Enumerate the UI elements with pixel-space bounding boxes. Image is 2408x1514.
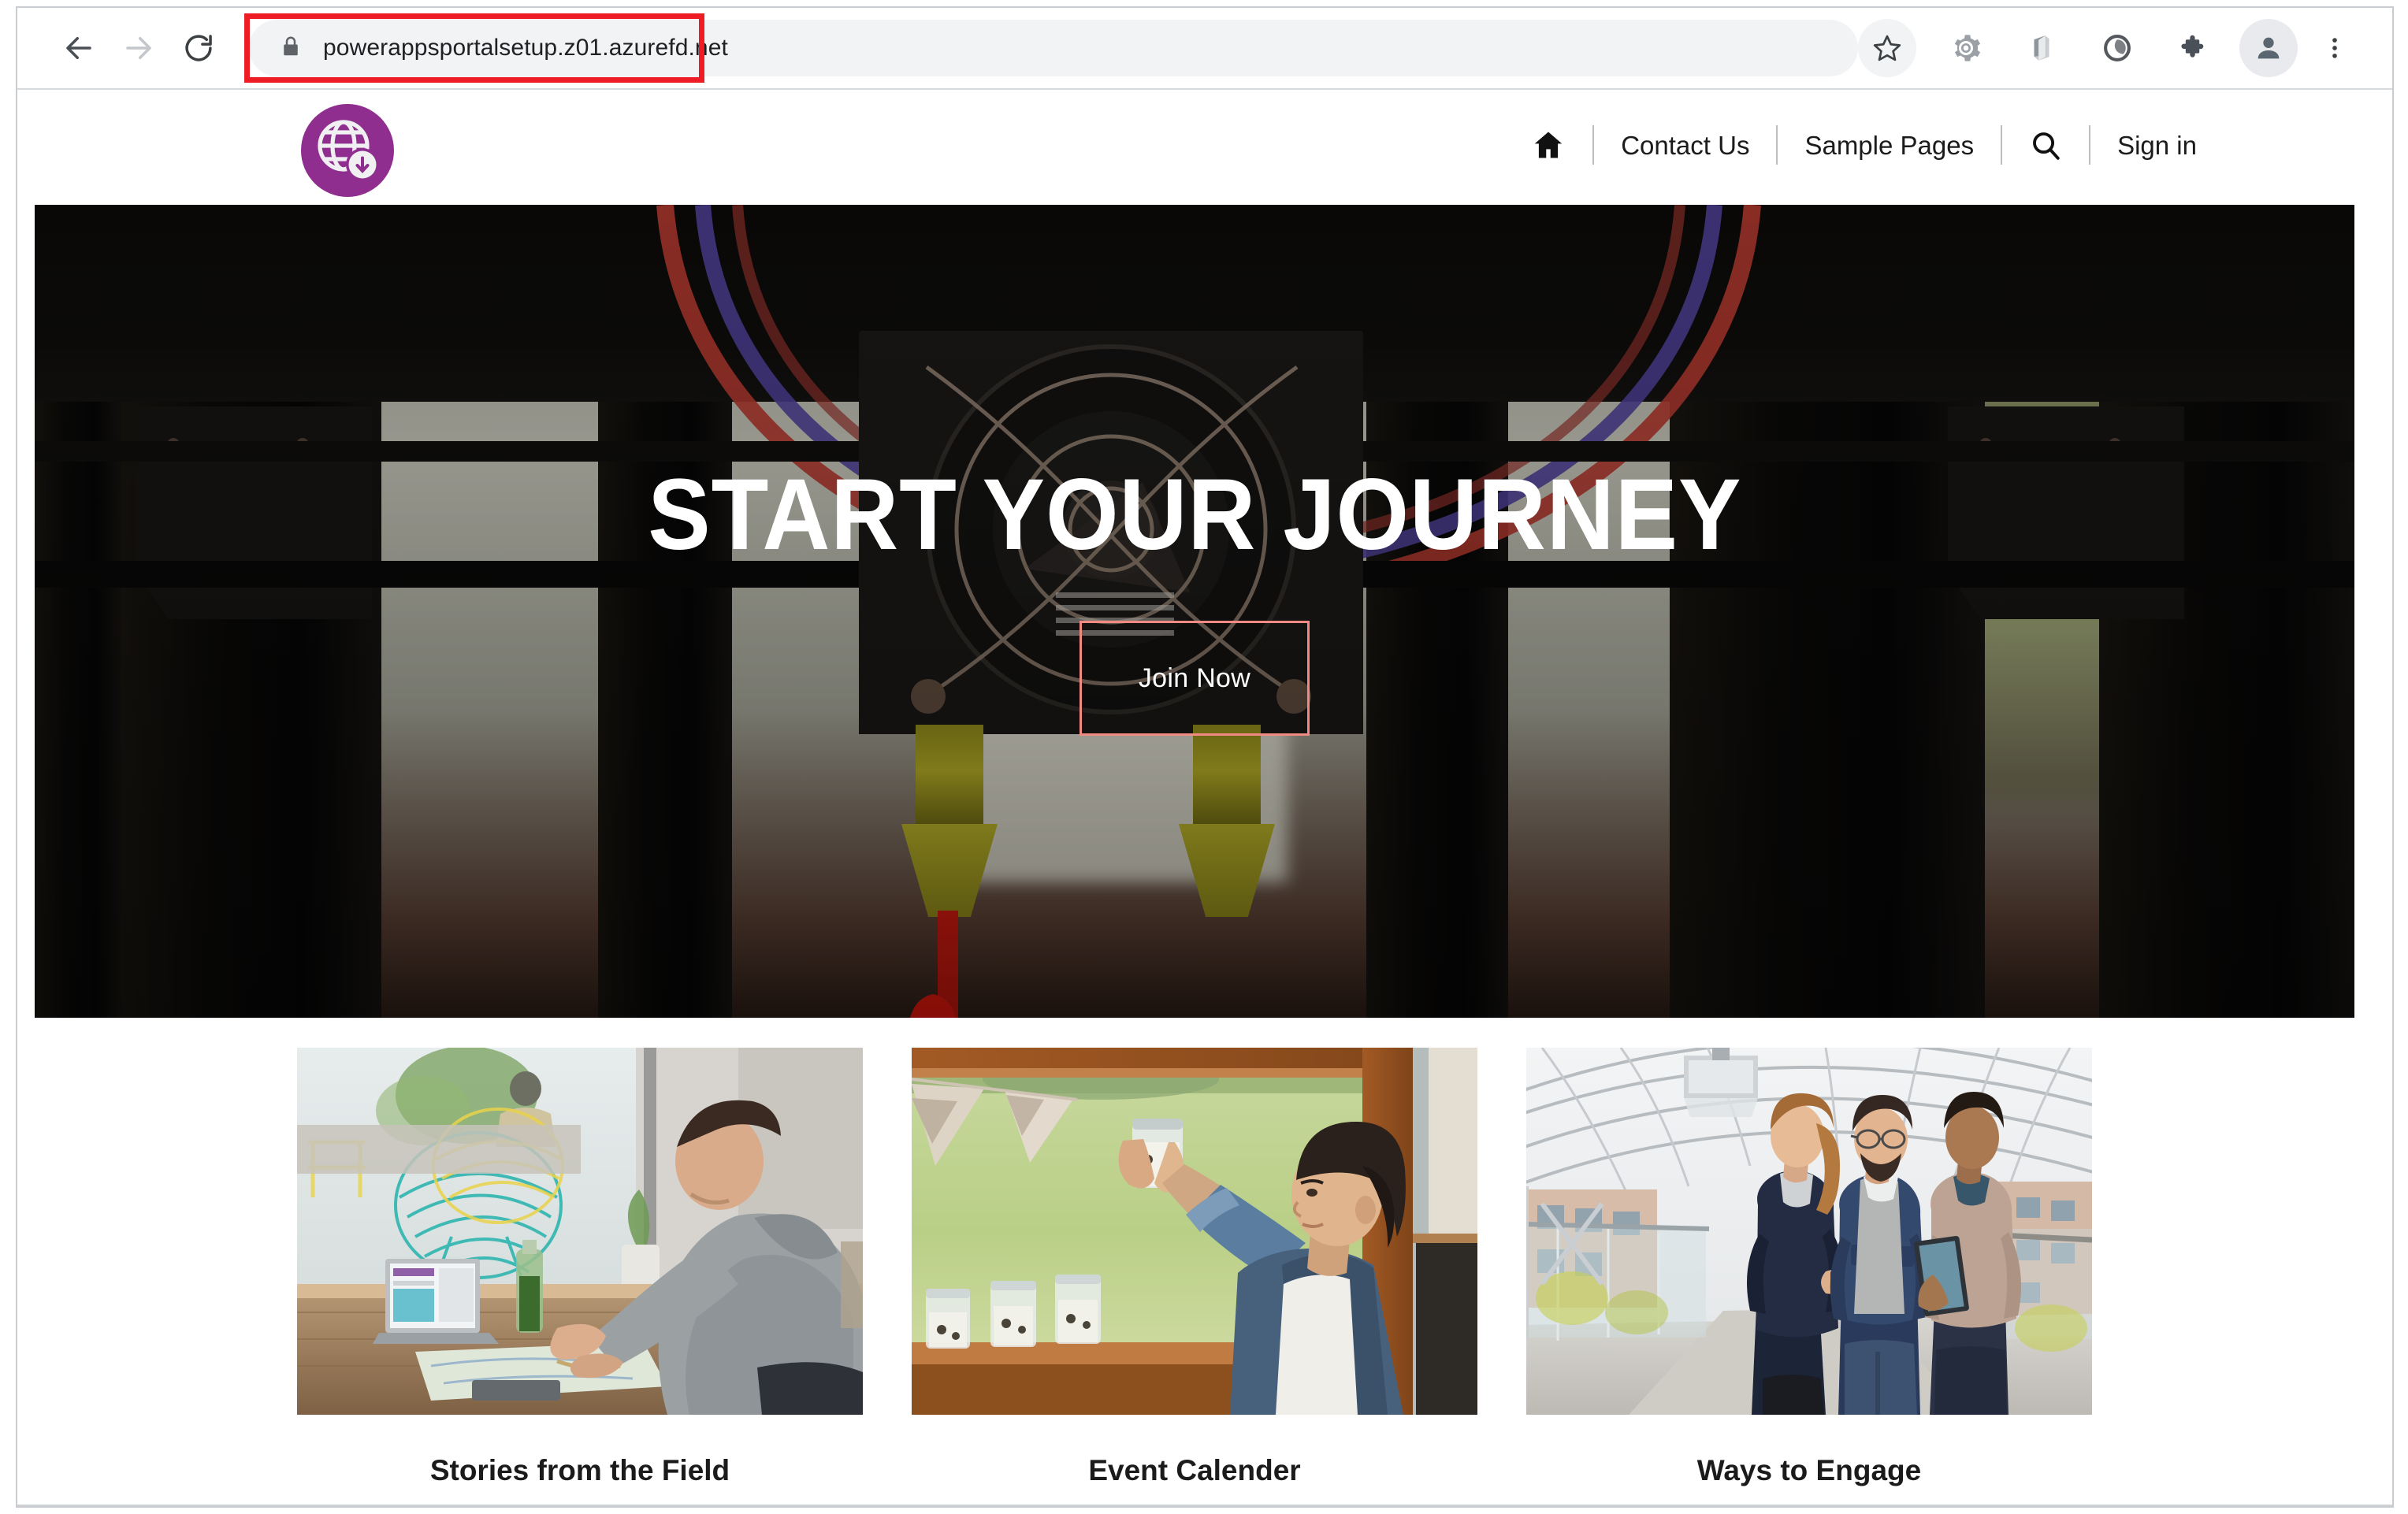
lock-icon <box>279 35 303 62</box>
three-dot-menu-icon[interactable] <box>2306 19 2364 77</box>
circle-icon[interactable] <box>2088 19 2146 77</box>
toolbar-icon-group <box>1858 19 2392 77</box>
join-now-button[interactable]: Join Now <box>1080 621 1310 736</box>
office-icon[interactable] <box>2012 19 2071 77</box>
reload-icon[interactable] <box>170 20 227 76</box>
search-icon[interactable] <box>2029 128 2062 161</box>
person-holding-mason-jar-by-window-image[interactable] <box>912 1048 1477 1415</box>
hero-banner: START YOUR JOURNEY Join Now <box>35 205 2354 1018</box>
page-title: START YOUR JOURNEY <box>647 458 1742 571</box>
address-bar-container: powerappsportalsetup.z01.azurefd.net <box>244 13 1858 83</box>
feature-cards-row: Stories from the Field Event Calender Wa… <box>35 1048 2354 1487</box>
site-navigation: Contact Us Sample Pages Sign in <box>1531 115 2197 175</box>
globe-download-logo[interactable] <box>301 104 394 197</box>
nav-sample-pages[interactable]: Sample Pages <box>1804 132 1974 158</box>
search-input[interactable]: powerappsportalsetup.z01.azurefd.net <box>249 20 1858 76</box>
nav-divider <box>2001 125 2003 165</box>
nav-divider <box>1776 125 1778 165</box>
screen-root: powerappsportalsetup.z01.azurefd.net Con… <box>0 0 2408 1514</box>
home-icon[interactable] <box>1531 128 1566 162</box>
card-title: Event Calender <box>1088 1454 1301 1486</box>
browser-toolbar: powerappsportalsetup.z01.azurefd.net <box>17 8 2392 90</box>
url-text: powerappsportalsetup.z01.azurefd.net <box>323 35 728 61</box>
puzzle-piece-icon[interactable] <box>2164 19 2222 77</box>
list-item[interactable]: Event Calender <box>912 1048 1477 1487</box>
arrow-right-icon <box>110 20 167 76</box>
bookmark-star-icon[interactable] <box>1858 19 1916 77</box>
nav-contact-us[interactable]: Contact Us <box>1621 132 1749 158</box>
three-colleagues-talking-in-skybridge-image[interactable] <box>1526 1048 2092 1415</box>
nav-divider <box>2089 125 2091 165</box>
footer-divider <box>17 1505 2392 1506</box>
profile-avatar-icon[interactable] <box>2239 19 2298 77</box>
card-title: Stories from the Field <box>429 1454 730 1486</box>
card-title: Ways to Engage <box>1696 1454 1922 1486</box>
list-item[interactable]: Ways to Engage <box>1526 1048 2092 1487</box>
nav-divider <box>1592 125 1595 165</box>
site-header: Contact Us Sample Pages Sign in <box>17 91 2392 203</box>
list-item[interactable]: Stories from the Field <box>297 1048 863 1487</box>
nav-sign-in[interactable]: Sign in <box>2117 132 2197 158</box>
arrow-left-icon[interactable] <box>50 20 107 76</box>
man-working-outdoors-with-tablet-image[interactable] <box>297 1048 863 1415</box>
hero-content: START YOUR JOURNEY Join Now <box>35 205 2354 1018</box>
gear-icon[interactable] <box>1937 19 1995 77</box>
